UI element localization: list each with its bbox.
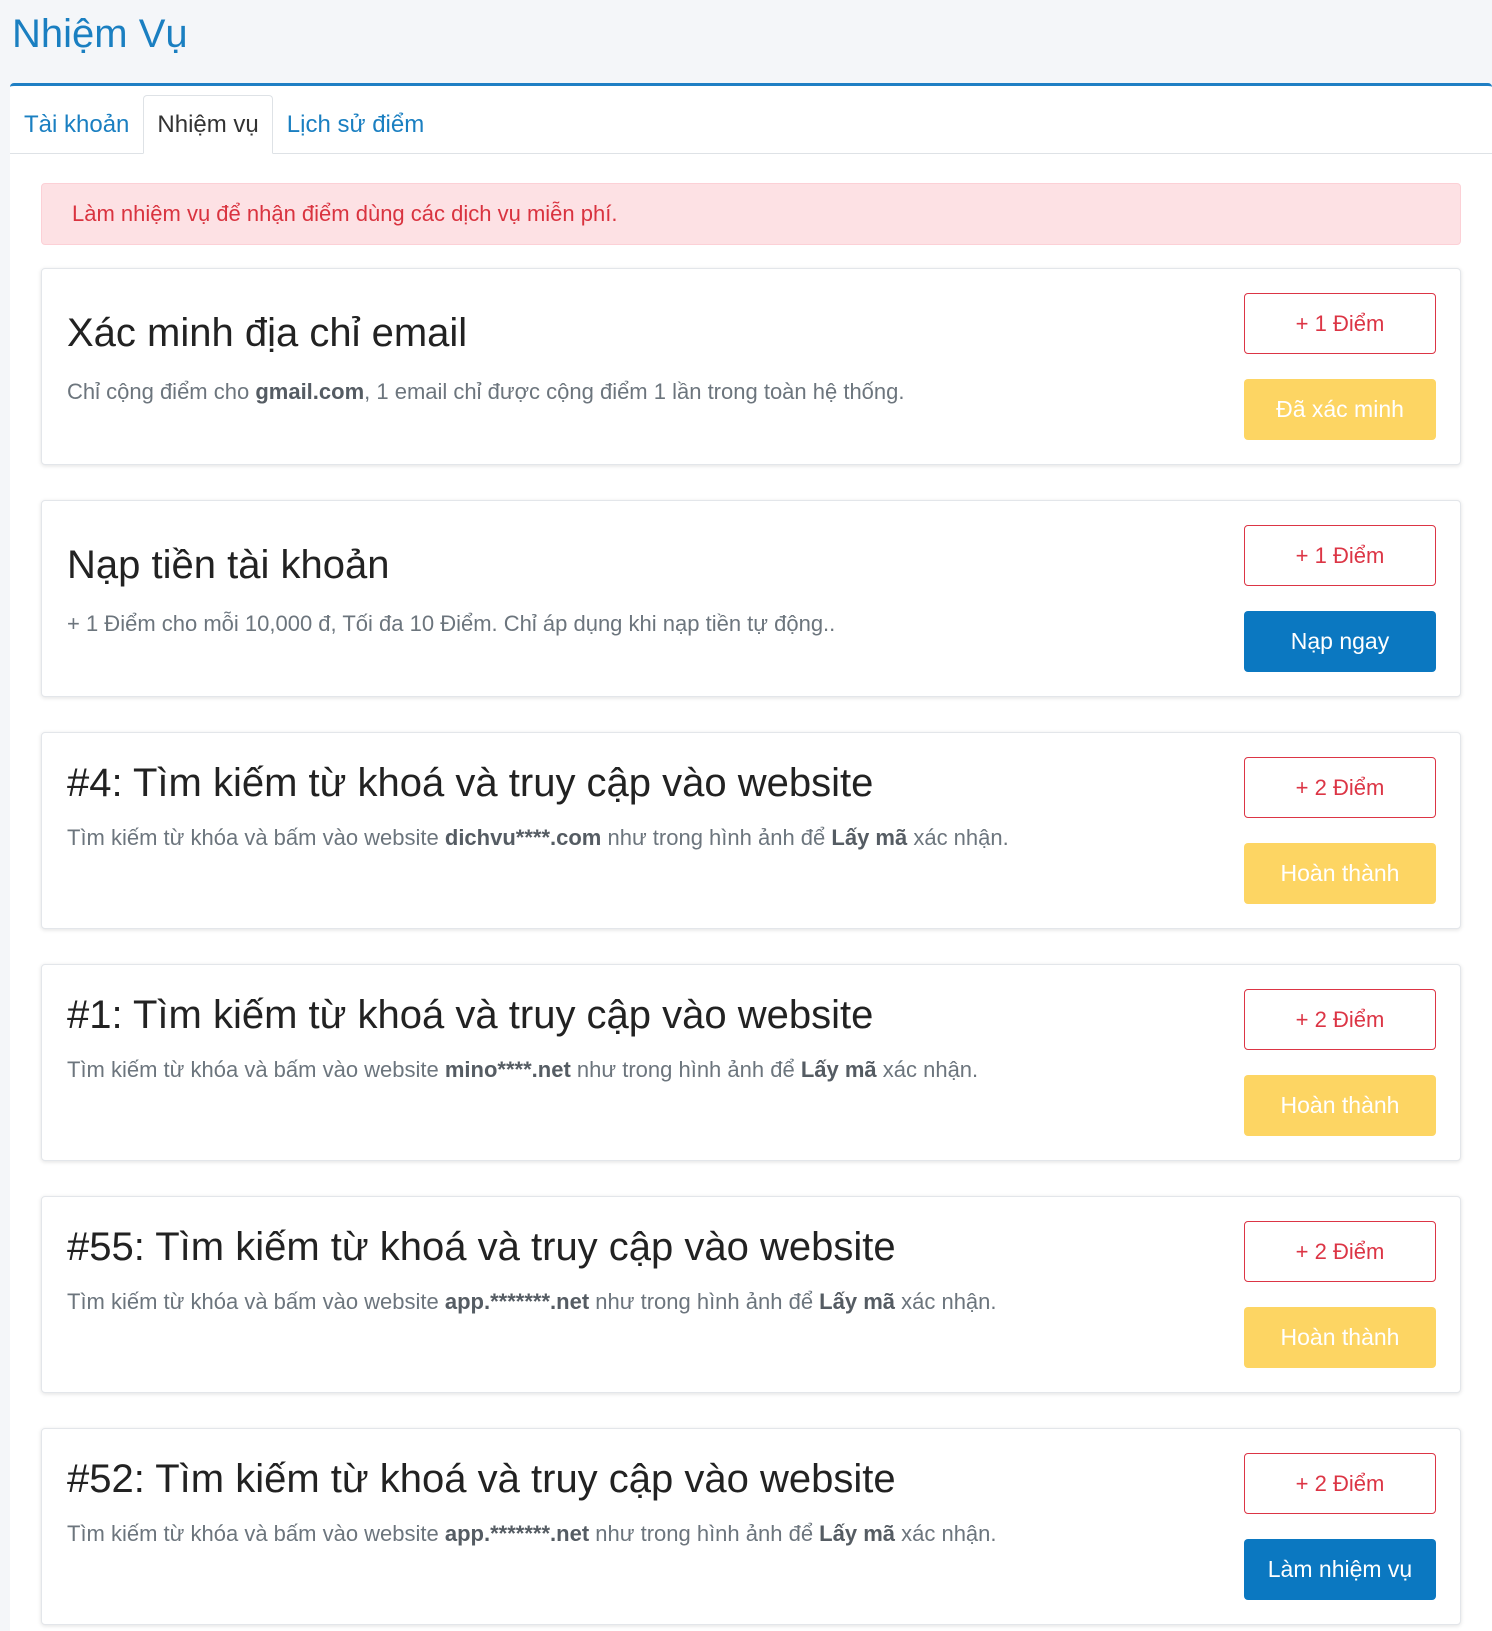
tab-bar: Tài khoản Nhiệm vụ Lịch sử điểm bbox=[10, 86, 1492, 154]
page-title: Nhiệm Vụ bbox=[12, 12, 188, 56]
points-badge[interactable]: + 2 Điểm bbox=[1244, 1221, 1436, 1282]
tab-content: Làm nhiệm vụ để nhận điểm dùng các dịch … bbox=[10, 154, 1492, 1625]
tab-tasks[interactable]: Nhiệm vụ bbox=[143, 95, 273, 154]
task-title: Xác minh địa chỉ email bbox=[67, 311, 468, 355]
tab-points-history[interactable]: Lịch sử điểm bbox=[273, 95, 438, 154]
task-title: Nạp tiền tài khoản bbox=[67, 543, 390, 587]
task-card-verify-email: Xác minh địa chỉ email Chỉ cộng điểm cho… bbox=[41, 268, 1461, 465]
tasks-panel: Tài khoản Nhiệm vụ Lịch sử điểm Làm nhiệ… bbox=[10, 83, 1492, 1631]
verified-button[interactable]: Đã xác minh bbox=[1244, 379, 1436, 440]
task-card-search-52: #52: Tìm kiếm từ khoá và truy cập vào we… bbox=[41, 1428, 1461, 1625]
task-title: #4: Tìm kiếm từ khoá và truy cập vào web… bbox=[67, 761, 874, 805]
task-card-search-55: #55: Tìm kiếm từ khoá và truy cập vào we… bbox=[41, 1196, 1461, 1393]
task-title: #1: Tìm kiếm từ khoá và truy cập vào web… bbox=[67, 993, 874, 1037]
completed-button[interactable]: Hoàn thành bbox=[1244, 1075, 1436, 1136]
task-card-top-up: Nạp tiền tài khoản + 1 Điểm cho mỗi 10,0… bbox=[41, 500, 1461, 697]
points-badge[interactable]: + 2 Điểm bbox=[1244, 757, 1436, 818]
points-badge[interactable]: + 2 Điểm bbox=[1244, 1453, 1436, 1514]
tab-account[interactable]: Tài khoản bbox=[10, 95, 143, 154]
do-task-button[interactable]: Làm nhiệm vụ bbox=[1244, 1539, 1436, 1600]
completed-button[interactable]: Hoàn thành bbox=[1244, 1307, 1436, 1368]
points-badge[interactable]: + 2 Điểm bbox=[1244, 989, 1436, 1050]
task-description: Tìm kiếm từ khóa và bấm vào website app.… bbox=[67, 1289, 997, 1314]
top-up-now-button[interactable]: Nạp ngay bbox=[1244, 611, 1436, 672]
task-card-search-4: #4: Tìm kiếm từ khoá và truy cập vào web… bbox=[41, 732, 1461, 929]
task-title: #55: Tìm kiếm từ khoá và truy cập vào we… bbox=[67, 1225, 896, 1269]
task-description: Tìm kiếm từ khóa và bấm vào website mino… bbox=[67, 1057, 979, 1082]
points-badge[interactable]: + 1 Điểm bbox=[1244, 293, 1436, 354]
page-header: Nhiệm Vụ bbox=[0, 0, 1492, 84]
task-description: Tìm kiếm từ khóa và bấm vào website dich… bbox=[67, 825, 1009, 850]
task-card-search-1: #1: Tìm kiếm từ khoá và truy cập vào web… bbox=[41, 964, 1461, 1161]
task-description: Chỉ cộng điểm cho gmail.com, 1 email chỉ… bbox=[67, 379, 905, 404]
info-alert: Làm nhiệm vụ để nhận điểm dùng các dịch … bbox=[41, 183, 1461, 245]
task-description: + 1 Điểm cho mỗi 10,000 đ, Tối đa 10 Điể… bbox=[67, 611, 836, 636]
task-title: #52: Tìm kiếm từ khoá và truy cập vào we… bbox=[67, 1457, 896, 1501]
task-description: Tìm kiếm từ khóa và bấm vào website app.… bbox=[67, 1521, 997, 1546]
completed-button[interactable]: Hoàn thành bbox=[1244, 843, 1436, 904]
points-badge[interactable]: + 1 Điểm bbox=[1244, 525, 1436, 586]
